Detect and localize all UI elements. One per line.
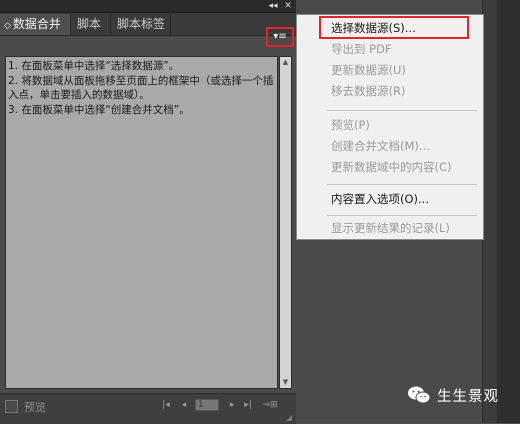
panel-options-icon: ◇ [4,21,11,31]
menu-separator [327,184,477,185]
first-record-icon[interactable]: |◂ [160,398,172,412]
instruction-line: 2. 将数据域从面板拖移至页面上的框架中（或选择一个插入点，单击要插入的数据域）… [8,74,274,102]
create-merged-document-icon[interactable]: →⊞ [262,398,278,412]
last-record-icon[interactable]: ▸| [242,398,254,412]
watermark-text: 生生景观 [437,388,499,405]
scroll-up-icon[interactable]: ▲ [280,57,291,68]
panel-menu-dropdown: 选择数据源(S)... 导出到 PDF 更新数据源(U) 移去数据源(R) 预览… [296,14,484,240]
workspace-scroll-track [482,0,498,423]
tab-script-label[interactable]: 脚本标签 [111,14,171,35]
menu-item-preview[interactable]: 预览(P) [331,116,370,134]
data-merge-panel: ◂◂ ✕ ◇ 数据合并 脚本 脚本标签 ▾≡ 1. 在面板菜单中选择“选择数据源”… [0,0,296,424]
next-record-icon[interactable]: ▸ [226,398,238,412]
instruction-line: 1. 在面板菜单中选择“选择数据源”。 [8,60,180,72]
workspace-edge [498,0,520,423]
menu-separator [327,215,477,216]
tab-data-merge[interactable]: ◇ 数据合并 [0,14,71,35]
panel-menu-icon: ▾≡ [273,31,287,42]
menu-item-content-placement-options[interactable]: 内容置入选项(O)... [331,190,429,208]
menu-item-export-pdf[interactable]: 导出到 PDF [331,40,392,58]
previous-record-icon[interactable]: ◂ [178,398,190,412]
instructions-area: 1. 在面板菜单中选择“选择数据源”。 2. 将数据域从面板拖移至页面上的框架中… [5,56,278,389]
panel-menu-button[interactable]: ▾≡ [266,27,294,47]
content-scrollbar[interactable]: ▲ ▼ [279,56,292,389]
tab-label: 数据合并 [12,17,61,31]
collapse-panel-button[interactable]: ◂◂ [266,0,280,12]
preview-label: 预览 [24,401,46,414]
menu-item-create-merged-document[interactable]: 创建合并文档(M)... [331,137,430,155]
menu-item-update-data-source[interactable]: 更新数据源(U) [331,61,406,79]
record-number-field[interactable]: 1 [195,399,219,411]
panel-footer: 预览 |◂ ◂ 1 ▸ ▸| →⊞ ◢ [0,393,296,424]
instruction-line: 3. 在面板菜单中选择“创建合并文档”。 [8,103,190,116]
watermark: 生生景观 [407,384,499,406]
menu-item-show-update-log[interactable]: 显示更新结果的记录(L) [331,219,450,237]
wechat-icon [408,386,431,404]
panel-title-bar: ◂◂ ✕ [0,0,296,13]
panel-tab-bar: ◇ 数据合并 脚本 脚本标签 ▾≡ [0,13,296,47]
tab-script[interactable]: 脚本 [71,14,111,35]
preview-checkbox[interactable] [5,400,18,413]
scroll-down-icon[interactable]: ▼ [280,377,291,388]
close-panel-button[interactable]: ✕ [282,0,294,12]
menu-separator [327,110,477,111]
resize-grip-icon[interactable]: ◢ [286,414,294,422]
menu-item-remove-data-source[interactable]: 移去数据源(R) [331,82,405,100]
menu-item-update-content[interactable]: 更新数据域中的内容(C) [331,158,452,176]
menu-item-select-data-source[interactable]: 选择数据源(S)... [331,19,416,37]
